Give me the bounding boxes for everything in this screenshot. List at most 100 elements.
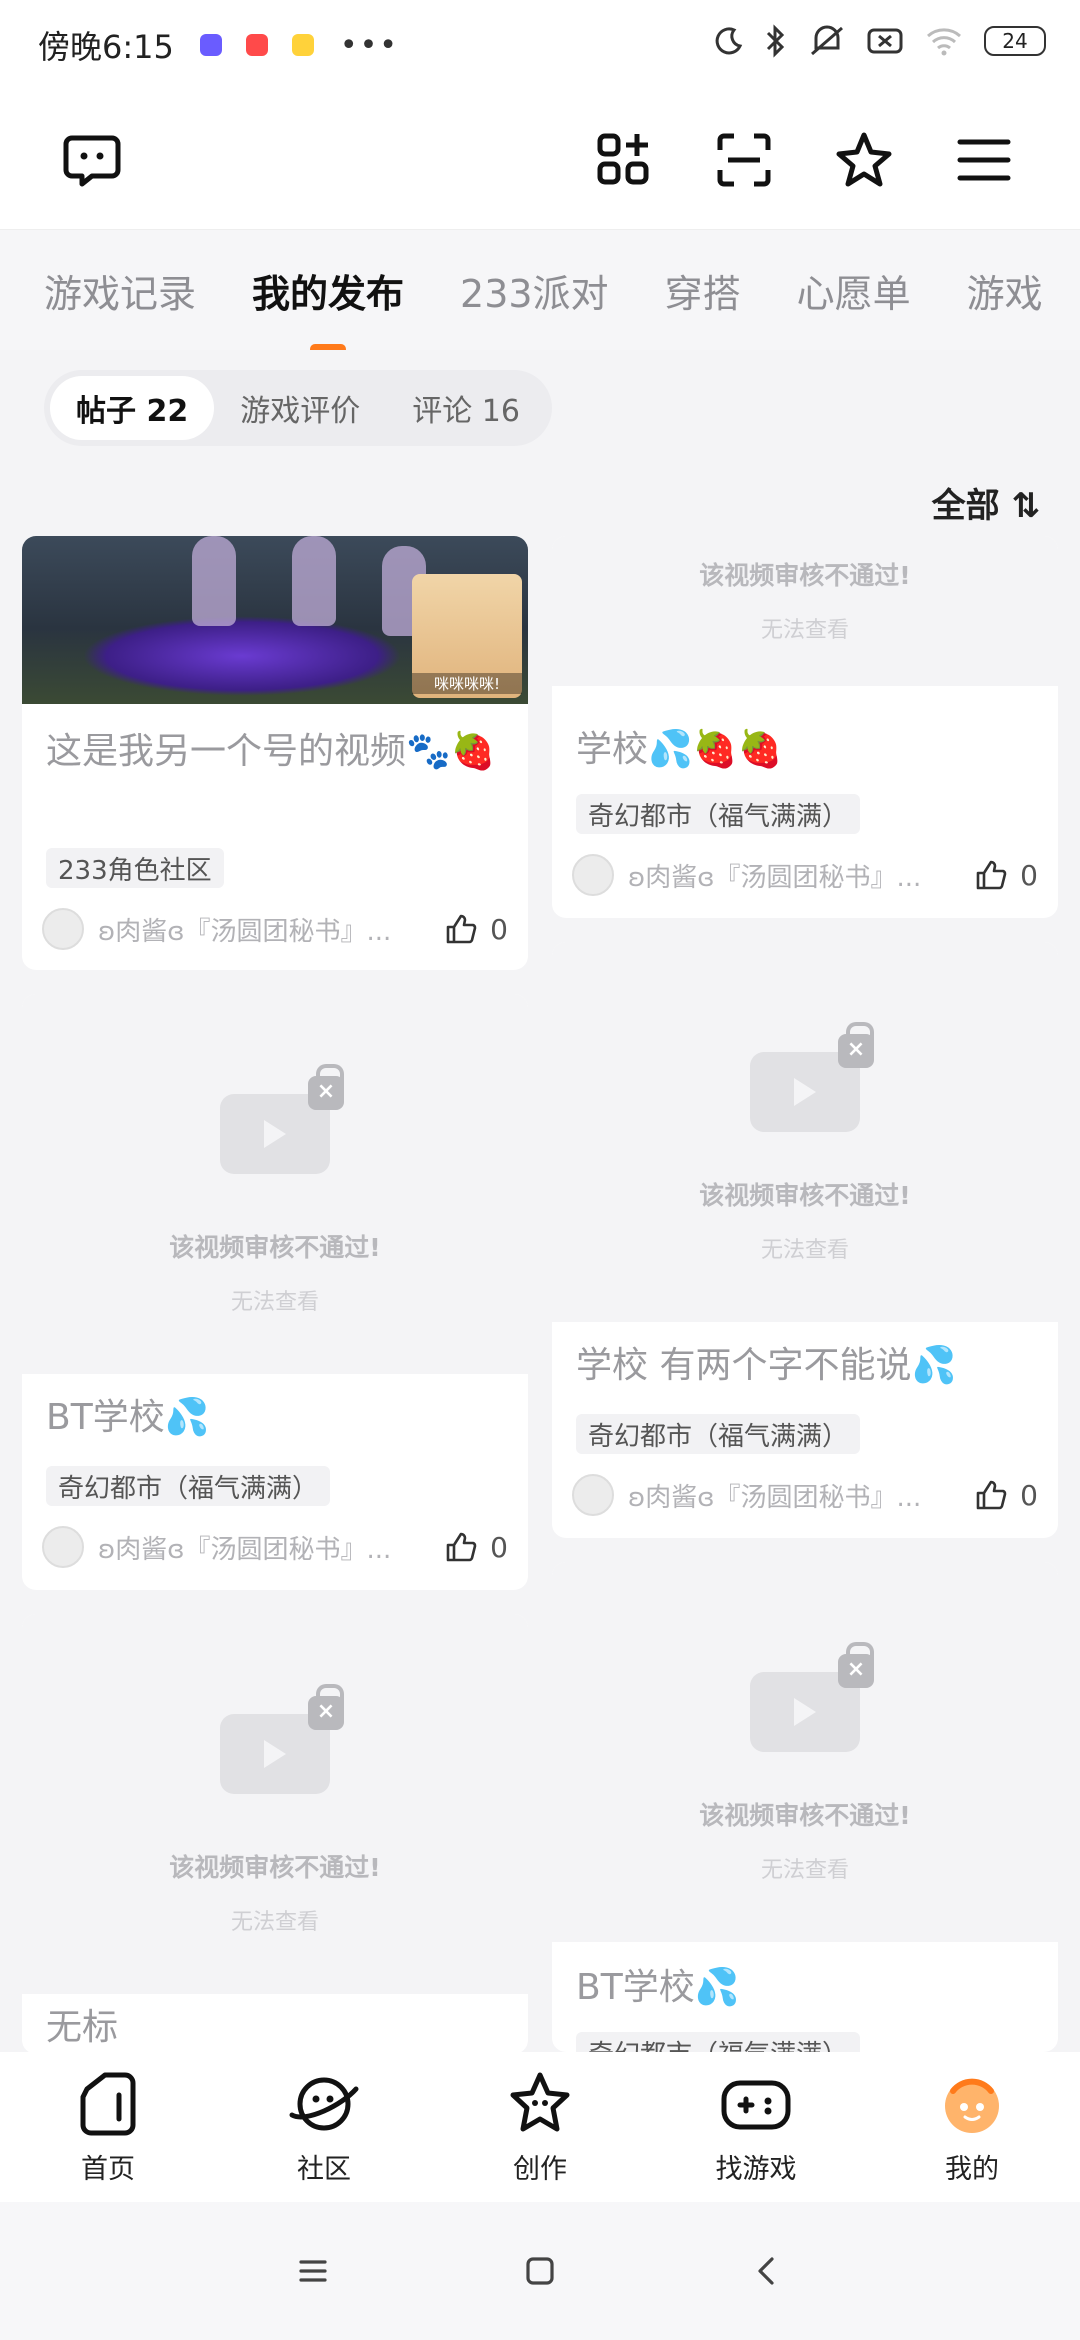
blocked-video: 该视频审核不通过! 无法查看 [552, 536, 1058, 686]
blocked-video: × 该视频审核不通过! 无法查看 [22, 994, 528, 1374]
post-title: 学校 有两个字不能说💦 [576, 1345, 957, 1386]
video-thumbnail: 咪咪咪咪! [22, 536, 528, 704]
status-bar: 傍晚6:15 ••• 24 [0, 0, 1080, 90]
nav-find-games[interactable]: 找游戏 [666, 2069, 846, 2186]
nav-profile[interactable]: 我的 [882, 2069, 1062, 2186]
top-app-bar [0, 90, 1080, 230]
author-name[interactable]: ʚ肉酱ɞ『汤圆团秘书』... [628, 1477, 958, 1514]
video-unavailable-icon: × [220, 1064, 344, 1174]
tab-outfits[interactable]: 穿搭 [665, 263, 741, 318]
blocked-title: 该视频审核不通过! [699, 561, 911, 590]
scan-icon[interactable] [714, 130, 774, 190]
nav-community[interactable]: 社区 [234, 2069, 414, 2186]
post-tag[interactable]: 奇幻都市（福气满满） [576, 1414, 861, 1454]
subtab-game-reviews[interactable]: 游戏评价 [214, 376, 386, 440]
tab-game-records[interactable]: 游戏记录 [44, 263, 196, 318]
system-navigation-bar [0, 2202, 1080, 2340]
post-tag[interactable]: 奇幻都市（福气满满） [576, 794, 861, 834]
gamepad-icon [721, 2080, 791, 2129]
like-button[interactable]: 0 [444, 912, 508, 946]
blocked-title: 该视频审核不通过! [169, 1233, 381, 1262]
post-author-row: ʚ肉酱ɞ『汤圆团秘书』... 0 [42, 1522, 508, 1572]
author-name[interactable]: ʚ肉酱ɞ『汤圆团秘书』... [98, 1529, 428, 1566]
profile-avatar-icon [945, 2078, 999, 2133]
nav-create[interactable]: 创作 [450, 2069, 630, 2186]
like-button[interactable]: 0 [974, 858, 1038, 892]
like-count: 0 [490, 1530, 508, 1564]
thumbs-up-icon [446, 1532, 477, 1562]
profile-tabs: 游戏记录 我的发布 233派对 穿搭 心愿单 游戏 [0, 230, 1080, 350]
nav-label: 首页 [81, 2153, 135, 2185]
subtab-posts[interactable]: 帖子 22 [50, 376, 215, 440]
post-title: BT学校💦 [576, 1967, 740, 2008]
post-card[interactable]: × 该视频审核不通过! 无法查看 学校 有两个字不能说💦 奇幻都市（福气满满） … [552, 942, 1058, 1538]
thumbs-up-icon [446, 914, 477, 944]
post-card[interactable]: × 该视频审核不通过! 无法查看 BT学校💦 奇幻都市（福气满满） ʚ肉酱ɞ『汤… [22, 994, 528, 1590]
sort-dropdown[interactable]: 全部 ⇅ [932, 478, 1040, 527]
post-card[interactable]: 该视频审核不通过! 无法查看 学校💦🍓🍓 奇幻都市（福气满满） ʚ肉酱ɞ『汤圆团… [552, 536, 1058, 918]
like-button[interactable]: 0 [444, 1530, 508, 1564]
post-title: 无标 [46, 2007, 119, 2048]
post-tag[interactable]: 233角色社区 [46, 848, 224, 888]
message-icon[interactable] [62, 130, 122, 190]
blocked-subtitle: 无法查看 [760, 618, 849, 643]
thumbs-up-icon [976, 1480, 1007, 1510]
grid-add-icon[interactable] [594, 130, 654, 190]
tab-wishlist[interactable]: 心愿单 [797, 263, 911, 318]
avatar[interactable] [42, 1526, 84, 1568]
post-title: 学校💦🍓🍓 [576, 729, 783, 770]
app-notification-icon [245, 34, 268, 56]
avatar[interactable] [572, 1474, 614, 1516]
blocked-title: 该视频审核不通过! [699, 1801, 911, 1830]
wifi-icon [927, 28, 961, 56]
post-title: BT学校💦 [46, 1397, 210, 1438]
bottom-navigation: 首页 社区 创作 找游戏 我的 [0, 2052, 1080, 2202]
avatar[interactable] [42, 908, 84, 950]
recents-icon[interactable] [293, 2251, 333, 2291]
app-notification-icon [291, 34, 314, 56]
blocked-video: × 该视频审核不通过! 无法查看 [22, 1614, 528, 1994]
post-author-row: ʚ肉酱ɞ『汤圆团秘书』... 0 [572, 1470, 1038, 1520]
battery-icon: 24 [984, 26, 1046, 56]
blocked-title: 该视频审核不通过! [169, 1853, 381, 1882]
home-square-icon[interactable] [520, 2251, 560, 2291]
more-notifications-icon: ••• [339, 27, 399, 63]
menu-icon[interactable] [954, 130, 1014, 190]
nav-label: 创作 [513, 2153, 567, 2185]
tab-233-party[interactable]: 233派对 [460, 263, 609, 318]
post-card[interactable]: × 该视频审核不通过! 无法查看 无标 [22, 1614, 528, 2054]
post-tag[interactable]: 奇幻都市（福气满满） [576, 2032, 861, 2052]
sim-off-icon [867, 28, 903, 54]
star-badge-icon[interactable] [834, 130, 894, 190]
blocked-video: × 该视频审核不通过! 无法查看 [552, 1562, 1058, 1942]
mute-icon [811, 25, 843, 56]
tab-games[interactable]: 游戏 [967, 263, 1043, 318]
post-tag[interactable]: 奇幻都市（福气满满） [46, 1466, 331, 1506]
post-card[interactable]: 咪咪咪咪! 这是我另一个号的视频🐾🍓 233角色社区 ʚ肉酱ɞ『汤圆团秘书』..… [22, 536, 528, 970]
like-count: 0 [490, 912, 508, 946]
author-name[interactable]: ʚ肉酱ɞ『汤圆团秘书』... [628, 857, 958, 894]
subtab-comments[interactable]: 评论 16 [386, 376, 546, 440]
author-name[interactable]: ʚ肉酱ɞ『汤圆团秘书』... [98, 911, 428, 948]
video-unavailable-icon: × [220, 1684, 344, 1794]
nav-label: 社区 [297, 2153, 351, 2185]
blocked-subtitle: 无法查看 [230, 1910, 319, 1935]
video-unavailable-icon: × [750, 1022, 874, 1132]
post-type-filter: 帖子 22 游戏评价 评论 16 [44, 370, 552, 446]
home-icon [80, 2072, 136, 2135]
blocked-subtitle: 无法查看 [760, 1858, 849, 1883]
planet-icon [289, 2077, 359, 2130]
nav-home[interactable]: 首页 [18, 2069, 198, 2186]
avatar[interactable] [572, 854, 614, 896]
nav-label: 我的 [945, 2153, 999, 2185]
tab-my-posts[interactable]: 我的发布 [252, 263, 404, 318]
post-card[interactable]: × 该视频审核不通过! 无法查看 BT学校💦 奇幻都市（福气满满） [552, 1562, 1058, 2052]
post-title: 这是我另一个号的视频🐾🍓 [46, 731, 496, 772]
like-count: 0 [1020, 1478, 1038, 1512]
like-count: 0 [1020, 858, 1038, 892]
blocked-video: × 该视频审核不通过! 无法查看 [552, 942, 1058, 1322]
back-icon[interactable] [747, 2251, 787, 2291]
post-author-row: ʚ肉酱ɞ『汤圆团秘书』... 0 [42, 904, 508, 954]
like-button[interactable]: 0 [974, 1478, 1038, 1512]
blocked-subtitle: 无法查看 [230, 1290, 319, 1315]
